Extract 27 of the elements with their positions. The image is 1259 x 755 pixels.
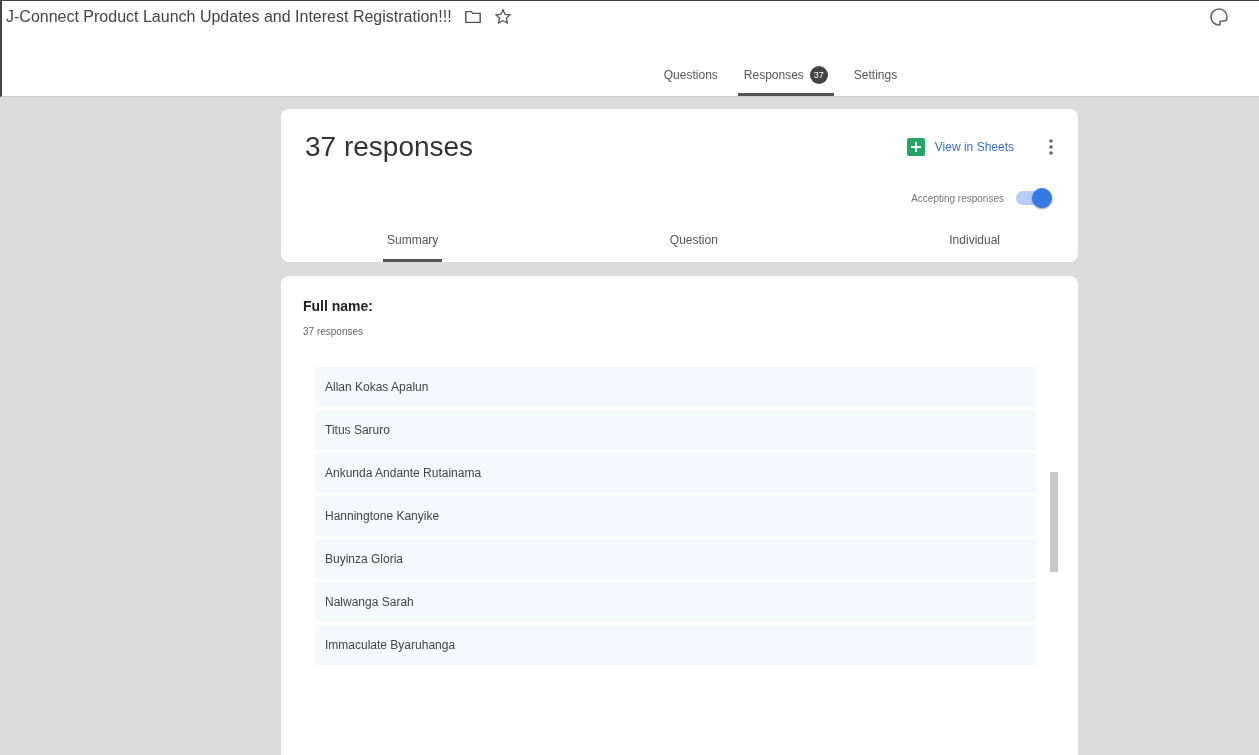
form-title: J-Connect Product Launch Updates and Interest Registration!!!: [6, 8, 452, 26]
tab[interactable]: Responses 37: [737, 56, 834, 96]
tab[interactable]: Settings: [847, 56, 904, 96]
more-options-icon[interactable]: [1048, 137, 1054, 157]
view-tab[interactable]: Question: [665, 219, 722, 262]
response-count-title: 37 responses: [305, 131, 475, 163]
tab[interactable]: Questions: [657, 56, 724, 96]
star-icon[interactable]: [493, 8, 512, 26]
view-tab[interactable]: Summary: [383, 219, 443, 262]
accepting-responses-label: Accepting responses: [911, 192, 1004, 204]
answer-row: Immaculate Byaruhanga: [315, 625, 1036, 665]
accepting-toggle[interactable]: [1016, 191, 1050, 205]
question-title: Full name:: [303, 298, 374, 314]
palette-icon[interactable]: [1209, 7, 1229, 27]
scrollbar[interactable]: [1050, 472, 1058, 572]
answer-row: Ankunda Andante Rutainama: [315, 453, 1036, 493]
answer-row: Hanningtone Kanyike: [315, 496, 1036, 536]
answer-row: Titus Saruro: [315, 410, 1036, 450]
answer-row: Nalwanga Sarah: [315, 582, 1036, 622]
response-count: 37 responses: [303, 326, 365, 337]
spreadsheet-icon: [906, 138, 925, 156]
view-in-sheets-link[interactable]: View in Sheets: [906, 138, 1014, 156]
answer-row: Allan Kokas Apalun: [315, 367, 1036, 407]
answer-row: Buyinza Gloria: [315, 539, 1036, 579]
count-badge: 37: [809, 66, 828, 84]
view-tab[interactable]: Individual: [945, 219, 1004, 262]
folder-icon[interactable]: [463, 8, 482, 26]
